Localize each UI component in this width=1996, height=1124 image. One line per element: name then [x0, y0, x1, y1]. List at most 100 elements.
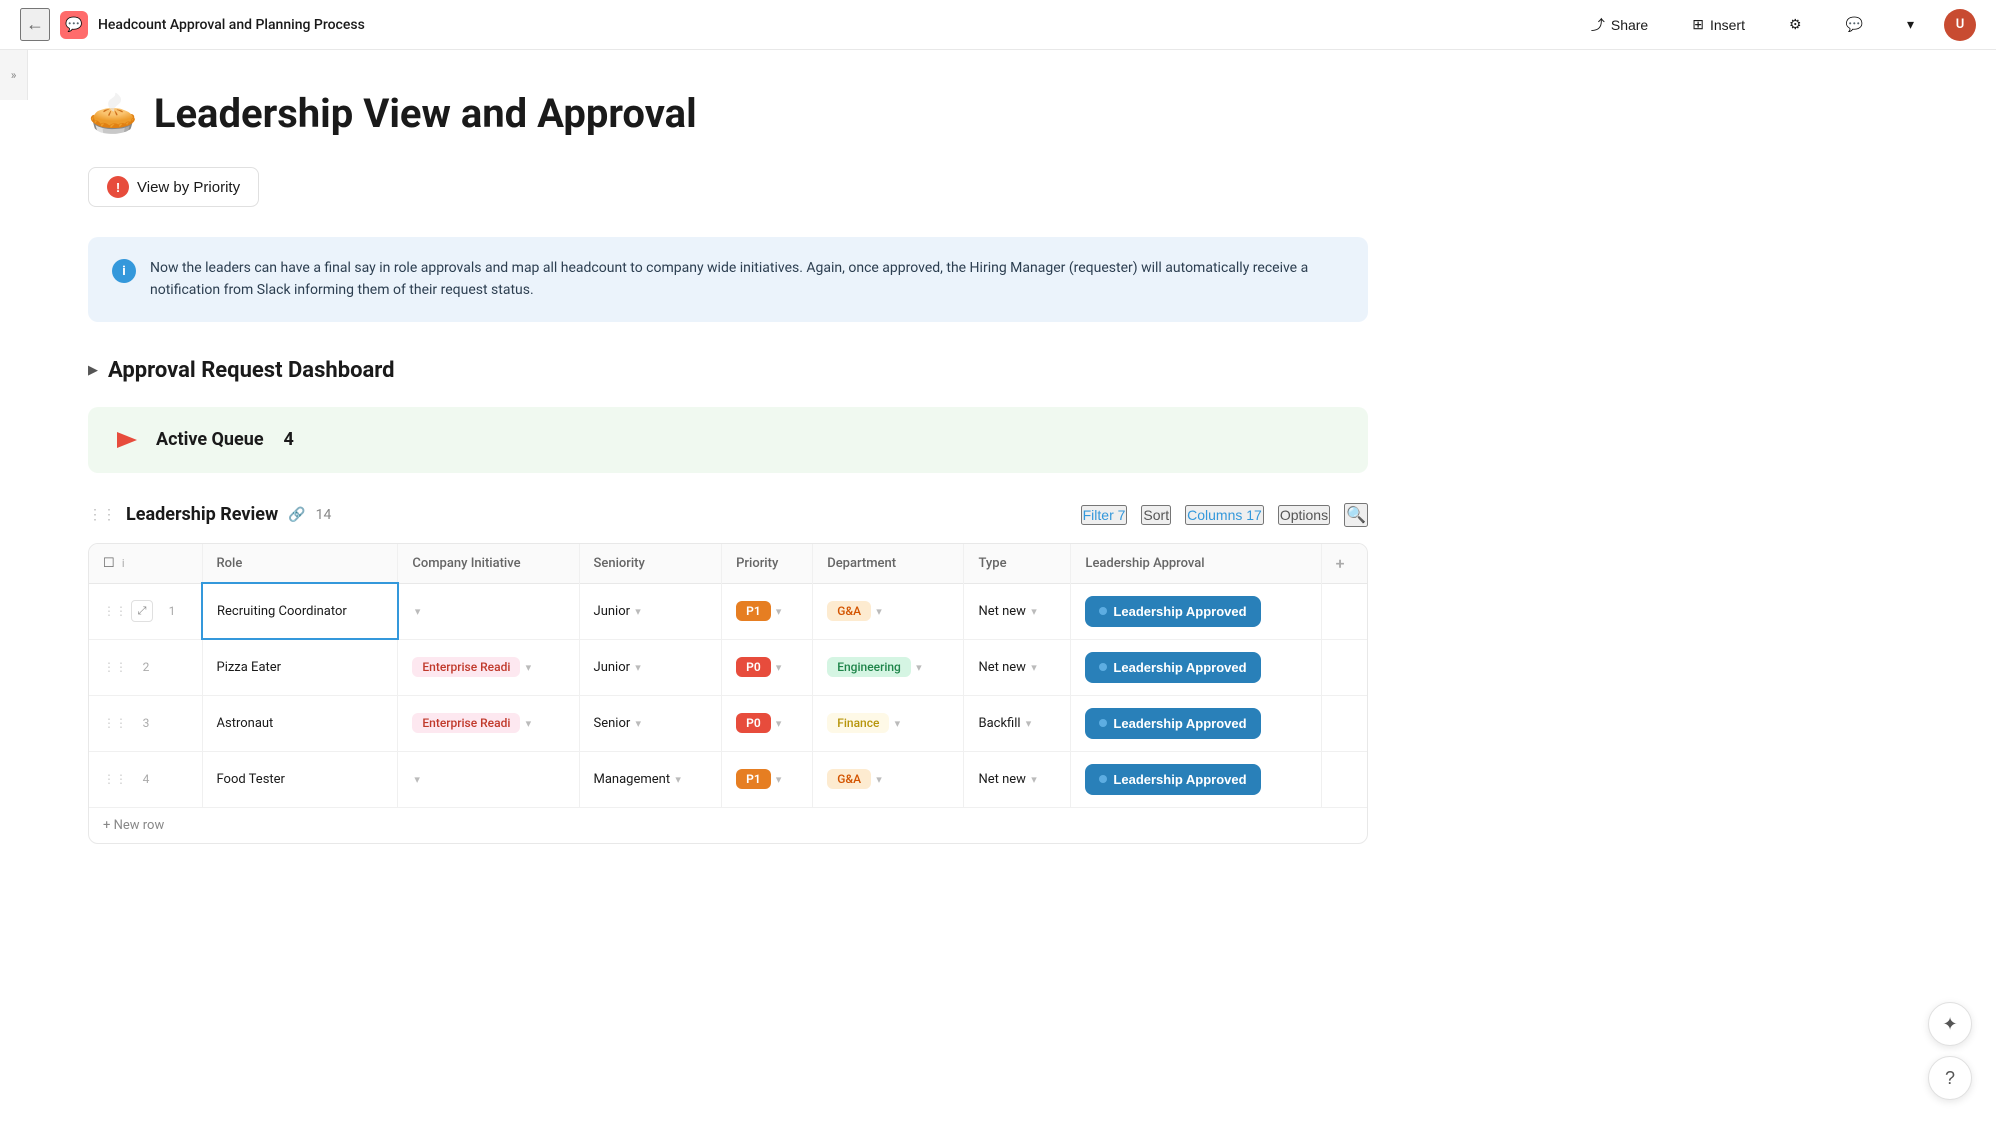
type-dropdown[interactable]: ▾ — [1031, 773, 1037, 786]
priority-cell[interactable]: P1 ▾ — [722, 583, 813, 639]
dropdown-button[interactable]: ▾ — [1893, 10, 1928, 39]
company-initiative-dropdown[interactable]: ▾ — [415, 605, 421, 618]
seniority-dropdown[interactable]: ▾ — [636, 717, 642, 730]
priority-badge: P0 — [736, 713, 771, 733]
role-cell[interactable]: Food Tester — [202, 751, 398, 807]
comment-icon: 💬 — [1846, 16, 1863, 33]
company-initiative-cell[interactable]: ▾ — [398, 583, 579, 639]
company-initiative-cell[interactable]: Enterprise Readi ▾ — [398, 639, 579, 695]
company-initiative-cell[interactable]: Enterprise Readi ▾ — [398, 695, 579, 751]
priority-cell[interactable]: P0 ▾ — [722, 695, 813, 751]
sparkle-button[interactable]: ✦ — [1928, 1002, 1972, 1046]
la-dot-icon — [1099, 663, 1107, 671]
department-cell[interactable]: G&A ▾ — [813, 583, 964, 639]
leadership-approved-button[interactable]: Leadership Approved — [1085, 652, 1260, 683]
comment-button[interactable]: 💬 — [1832, 10, 1877, 39]
new-row-button[interactable]: + New row — [89, 807, 1367, 843]
type-cell[interactable]: Net new ▾ — [964, 583, 1071, 639]
avatar[interactable]: U — [1944, 9, 1976, 41]
type-cell[interactable]: Net new ▾ — [964, 639, 1071, 695]
add-column-icon[interactable]: + — [1336, 554, 1345, 573]
expand-icon[interactable]: ⤢ — [131, 600, 153, 622]
view-by-priority-button[interactable]: ! View by Priority — [88, 167, 259, 207]
leadership-approved-button[interactable]: Leadership Approved — [1085, 596, 1260, 627]
search-button[interactable]: 🔍 — [1344, 503, 1368, 527]
priority-icon: ! — [107, 176, 129, 198]
seniority-dropdown[interactable]: ▾ — [675, 773, 681, 786]
main-content: 🥧 Leadership View and Approval ! View by… — [28, 50, 1428, 884]
insert-button[interactable]: ⊞ Insert — [1678, 10, 1759, 39]
role-cell[interactable]: Recruiting Coordinator — [202, 583, 398, 639]
seniority-cell[interactable]: Junior ▾ — [579, 583, 722, 639]
role-cell[interactable]: Astronaut — [202, 695, 398, 751]
leadership-approved-button[interactable]: Leadership Approved — [1085, 708, 1260, 739]
section-toggle[interactable]: ▶ — [88, 363, 98, 378]
settings-button[interactable]: ⚙ — [1775, 10, 1816, 39]
th-seniority-label: Seniority — [594, 556, 645, 571]
department-dropdown[interactable]: ▾ — [916, 661, 922, 674]
row-drag-handle[interactable]: ⋮⋮ — [103, 660, 127, 674]
back-button[interactable]: ← — [20, 8, 50, 41]
th-priority[interactable]: Priority — [722, 544, 813, 584]
options-button[interactable]: Options — [1278, 505, 1330, 525]
th-department[interactable]: Department — [813, 544, 964, 584]
columns-button[interactable]: Columns 17 — [1185, 505, 1264, 525]
th-leadership-approval[interactable]: Leadership Approval — [1071, 544, 1321, 584]
seniority-value: Junior — [594, 660, 631, 675]
th-role[interactable]: Role — [202, 544, 398, 584]
type-cell[interactable]: Net new ▾ — [964, 751, 1071, 807]
row-drag-handle[interactable]: ⋮⋮ — [103, 772, 127, 786]
priority-dropdown[interactable]: ▾ — [776, 661, 782, 674]
company-initiative-cell[interactable]: ▾ — [398, 751, 579, 807]
priority-dropdown[interactable]: ▾ — [776, 717, 782, 730]
priority-dropdown[interactable]: ▾ — [776, 773, 782, 786]
role-cell[interactable]: Pizza Eater — [202, 639, 398, 695]
leadership-approved-label: Leadership Approved — [1113, 604, 1246, 619]
row-drag-handle[interactable]: ⋮⋮ — [103, 716, 127, 730]
sidebar-toggle[interactable]: » — [0, 50, 28, 100]
type-cell[interactable]: Backfill ▾ — [964, 695, 1071, 751]
leadership-approved-button[interactable]: Leadership Approved — [1085, 764, 1260, 795]
seniority-cell[interactable]: Junior ▾ — [579, 639, 722, 695]
leadership-approved-label: Leadership Approved — [1113, 660, 1246, 675]
header-left: ← 💬 Headcount Approval and Planning Proc… — [20, 8, 365, 41]
seniority-cell[interactable]: Senior ▾ — [579, 695, 722, 751]
seniority-dropdown[interactable]: ▾ — [635, 605, 641, 618]
table-row: ⋮⋮ 2 Pizza Eater Enterprise Readi ▾ Juni… — [89, 639, 1367, 695]
type-dropdown[interactable]: ▾ — [1026, 717, 1032, 730]
type-dropdown[interactable]: ▾ — [1031, 605, 1037, 618]
priority-cell[interactable]: P1 ▾ — [722, 751, 813, 807]
priority-badge: P1 — [736, 769, 771, 789]
row-drag-handle[interactable]: ⋮⋮ — [103, 604, 127, 618]
leadership-approval-cell[interactable]: Leadership Approved — [1071, 695, 1321, 751]
info-icon: i — [112, 259, 136, 283]
th-add-column[interactable]: + — [1321, 544, 1367, 584]
seniority-dropdown[interactable]: ▾ — [635, 661, 641, 674]
drag-handle[interactable]: ⋮⋮ — [88, 507, 116, 523]
th-company-initiative[interactable]: Company Initiative — [398, 544, 579, 584]
company-initiative-dropdown[interactable]: ▾ — [414, 773, 420, 786]
sort-button[interactable]: Sort — [1141, 505, 1171, 525]
seniority-cell[interactable]: Management ▾ — [579, 751, 722, 807]
type-dropdown[interactable]: ▾ — [1031, 661, 1037, 674]
department-cell[interactable]: Engineering ▾ — [813, 639, 964, 695]
page-emoji: 🥧 — [88, 90, 138, 137]
department-dropdown[interactable]: ▾ — [876, 605, 882, 618]
department-dropdown[interactable]: ▾ — [895, 717, 901, 730]
department-cell[interactable]: Finance ▾ — [813, 695, 964, 751]
page-title-row: 🥧 Leadership View and Approval — [88, 90, 1368, 137]
company-initiative-dropdown[interactable]: ▾ — [526, 717, 532, 730]
filter-button[interactable]: Filter 7 — [1081, 505, 1128, 525]
leadership-approval-cell[interactable]: Leadership Approved — [1071, 751, 1321, 807]
priority-dropdown[interactable]: ▾ — [776, 605, 782, 618]
department-dropdown[interactable]: ▾ — [876, 773, 882, 786]
share-button[interactable]: ⤴ Share — [1577, 9, 1662, 41]
leadership-approval-cell[interactable]: Leadership Approved — [1071, 583, 1321, 639]
leadership-approval-cell[interactable]: Leadership Approved — [1071, 639, 1321, 695]
th-seniority[interactable]: Seniority — [579, 544, 722, 584]
priority-cell[interactable]: P0 ▾ — [722, 639, 813, 695]
department-cell[interactable]: G&A ▾ — [813, 751, 964, 807]
help-button[interactable]: ? — [1928, 1056, 1972, 1100]
company-initiative-dropdown[interactable]: ▾ — [526, 661, 532, 674]
th-type[interactable]: Type — [964, 544, 1071, 584]
